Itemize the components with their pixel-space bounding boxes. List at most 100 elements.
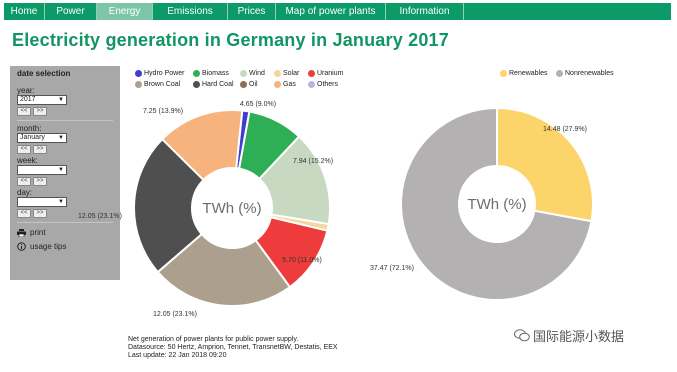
- week-label: week:: [17, 156, 38, 165]
- legend-item-oil[interactable]: Oil: [240, 81, 258, 88]
- donut-center-label: TWh (%): [202, 200, 261, 217]
- nav-map-of-power-plants[interactable]: Map of power plants: [276, 3, 386, 20]
- legend-swatch: [193, 81, 200, 88]
- legend-label: Solar: [283, 70, 300, 77]
- nav-prices[interactable]: Prices: [228, 3, 276, 20]
- nav-emissions[interactable]: Emissions: [153, 3, 228, 20]
- legend-label: Gas: [283, 81, 296, 88]
- chevron-down-icon: ▼: [58, 167, 64, 173]
- legend-item-biomass[interactable]: Biomass: [193, 70, 229, 77]
- month-value: January: [20, 134, 45, 141]
- year-prev-button[interactable]: <<: [17, 107, 31, 116]
- legend-item-brown-coal[interactable]: Brown Coal: [135, 81, 180, 88]
- legend-swatch: [135, 81, 142, 88]
- slice-hydro-power[interactable]: [235, 109, 251, 170]
- page-title: Electricity generation in Germany in Jan…: [12, 30, 449, 50]
- usage-tips-label: usage tips: [30, 242, 67, 251]
- legend-swatch: [556, 70, 563, 77]
- watermark: 国际能源小数据: [514, 326, 624, 345]
- slice-brown-coal[interactable]: [156, 232, 292, 307]
- slice-label-nonrenewables: 37.47 (72.1%): [370, 265, 414, 272]
- legend-item-others[interactable]: Others: [308, 81, 338, 88]
- usage-tips-link[interactable]: usage tips: [17, 242, 113, 251]
- donut-renewables-share: 14.48 (27.9%) 37.47 (72.1%) TWh (%): [370, 106, 594, 301]
- nav-home[interactable]: Home: [4, 3, 45, 20]
- slice-label-gas: 7.25 (13.9%): [143, 108, 183, 115]
- legend-label: Hard Coal: [202, 81, 234, 88]
- print-link[interactable]: print: [17, 228, 113, 237]
- day-next-button[interactable]: >>: [33, 209, 47, 218]
- main-nav: Home Power Energy Emissions Prices Map o…: [4, 3, 671, 20]
- week-select[interactable]: ▼: [17, 165, 67, 175]
- legend-item-hydro-power[interactable]: Hydro Power: [135, 70, 184, 77]
- print-label: print: [30, 228, 46, 237]
- legend-swatch: [193, 70, 200, 77]
- legend-swatch: [274, 70, 281, 77]
- nav-power[interactable]: Power: [45, 3, 97, 20]
- legend-item-gas[interactable]: Gas: [274, 81, 296, 88]
- legend-label: Hydro Power: [144, 70, 185, 77]
- month-label: month:: [17, 124, 42, 133]
- legend-item-uranium[interactable]: Uranium: [308, 70, 343, 77]
- chevron-down-icon: ▼: [58, 135, 64, 141]
- year-select[interactable]: 2017 ▼: [17, 95, 67, 105]
- date-selection-panel: date selection year: 2017 ▼ << >> month: …: [10, 66, 120, 280]
- legend-label: Uranium: [317, 70, 344, 77]
- week-next-button[interactable]: >>: [33, 177, 47, 186]
- legend-label: Others: [317, 81, 339, 88]
- month-select[interactable]: January ▼: [17, 133, 67, 143]
- slice-uranium[interactable]: [254, 216, 329, 289]
- slice-label-brown-coal: 12.05 (23.1%): [153, 311, 197, 318]
- legend-item-nonrenewables[interactable]: Nonrenewables: [556, 70, 614, 77]
- info-icon: [17, 242, 26, 251]
- divider: [17, 120, 113, 121]
- legend-swatch: [308, 81, 315, 88]
- slice-label-uranium: 5.70 (11.0%): [282, 257, 322, 264]
- legend-swatch: [135, 70, 142, 77]
- legend-label: Oil: [249, 81, 258, 88]
- slice-gas[interactable]: [160, 109, 244, 182]
- legend-item-renewables[interactable]: Renewables: [500, 70, 548, 77]
- legend-label: Brown Coal: [144, 81, 181, 88]
- year-value: 2017: [20, 96, 36, 103]
- week-prev-button[interactable]: <<: [17, 177, 31, 186]
- legend-swatch: [308, 70, 315, 77]
- footer-line-net-generation: Net generation of power plants for publi…: [128, 336, 299, 343]
- chevron-down-icon: ▼: [58, 199, 64, 205]
- nav-energy[interactable]: Energy: [97, 3, 153, 20]
- slice-renewables[interactable]: [496, 106, 594, 223]
- slice-hard-coal[interactable]: [133, 137, 205, 274]
- donut-center-label: TWh (%): [467, 196, 526, 213]
- legend-swatch: [240, 70, 247, 77]
- year-next-button[interactable]: >>: [33, 107, 47, 116]
- slice-wind[interactable]: [257, 135, 331, 226]
- slice-biomass[interactable]: [237, 110, 301, 181]
- month-next-button[interactable]: >>: [33, 145, 47, 154]
- slice-label-renewables: 14.48 (27.9%): [543, 126, 587, 133]
- printer-icon: [17, 228, 26, 237]
- nav-filler: [464, 3, 671, 20]
- day-label: day:: [17, 188, 33, 197]
- legend-label: Biomass: [202, 70, 229, 77]
- footer-line-datasource: Datasource: 50 Hertz, Amprion, Tennet, T…: [128, 344, 338, 351]
- day-select[interactable]: ▼: [17, 197, 67, 207]
- footer-note: Net generation of power plants for publi…: [128, 336, 338, 360]
- legend-swatch: [500, 70, 507, 77]
- date-selection-heading: date selection: [17, 69, 71, 78]
- day-prev-button[interactable]: <<: [17, 209, 31, 218]
- legend-item-hard-coal[interactable]: Hard Coal: [193, 81, 234, 88]
- slice-solar[interactable]: [269, 213, 330, 232]
- slice-label-biomass: 4.65 (9.0%): [240, 101, 276, 108]
- footer-line-last-update: Last update: 22 Jan 2018 09:20: [128, 352, 227, 359]
- watermark-text: 国际能源小数据: [533, 329, 625, 344]
- nav-information[interactable]: Information: [386, 3, 464, 20]
- divider: [17, 222, 113, 223]
- year-label: year:: [17, 86, 35, 95]
- month-prev-button[interactable]: <<: [17, 145, 31, 154]
- slice-nonrenewables[interactable]: [400, 106, 593, 301]
- legend-item-solar[interactable]: Solar: [274, 70, 299, 77]
- legend-item-wind[interactable]: Wind: [240, 70, 265, 77]
- legend-swatch: [240, 81, 247, 88]
- legend-label: Nonrenewables: [565, 70, 614, 77]
- legend-label: Renewables: [509, 70, 548, 77]
